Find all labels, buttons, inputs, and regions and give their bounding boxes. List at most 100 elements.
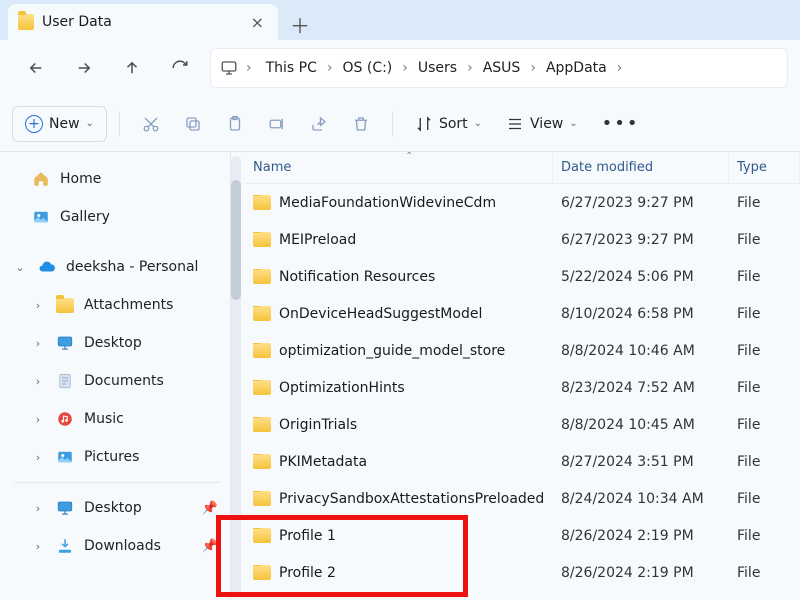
- chevron-right-icon: ›: [30, 502, 46, 515]
- more-button[interactable]: •••: [592, 106, 650, 142]
- file-type: File: [729, 195, 800, 211]
- sidebar-item-music[interactable]: ›Music: [6, 400, 228, 438]
- sidebar-item-home[interactable]: Home: [6, 160, 228, 198]
- share-button[interactable]: [300, 106, 338, 142]
- main-area: Home Gallery ⌄ deeksha - Personal ›Attac…: [0, 152, 800, 600]
- item-icon: [56, 296, 74, 314]
- sidebar-quick-desktop[interactable]: ›Desktop📌: [6, 489, 228, 527]
- chevron-right-icon: ›: [30, 299, 46, 312]
- table-row[interactable]: MediaFoundationWidevineCdm6/27/2023 9:27…: [245, 184, 800, 221]
- breadcrumb-item[interactable]: AppData: [540, 56, 613, 80]
- paste-button[interactable]: [216, 106, 254, 142]
- sidebar-item-desktop[interactable]: ›Desktop: [6, 324, 228, 362]
- pin-icon: 📌: [202, 501, 218, 516]
- delete-button[interactable]: [342, 106, 380, 142]
- file-date: 8/24/2024 10:34 AM: [553, 491, 729, 507]
- table-row[interactable]: PrivacySandboxAttestationsPreloaded 8/24/…: [245, 480, 800, 517]
- item-icon: [56, 448, 74, 466]
- chevron-right-icon: ›: [242, 60, 256, 76]
- sidebar: Home Gallery ⌄ deeksha - Personal ›Attac…: [0, 152, 230, 600]
- table-row[interactable]: MEIPreload6/27/2023 9:27 PMFile: [245, 221, 800, 258]
- cut-button[interactable]: [132, 106, 170, 142]
- sidebar-item-attachments[interactable]: ›Attachments: [6, 286, 228, 324]
- file-name: OriginTrials: [279, 417, 357, 433]
- sort-button[interactable]: Sort ⌄: [405, 106, 492, 142]
- table-row[interactable]: Profile 28/26/2024 2:19 PMFile: [245, 554, 800, 591]
- new-button[interactable]: + New ⌄: [12, 106, 107, 142]
- table-row[interactable]: Profile 1 8/26/2024 2:19 PMFile: [245, 517, 800, 554]
- file-date: 8/26/2024 2:19 PM: [553, 528, 729, 544]
- folder-icon: [253, 491, 271, 506]
- item-icon: [56, 499, 74, 517]
- sidebar-label: Gallery: [60, 209, 110, 225]
- table-row[interactable]: OptimizationHints8/23/2024 7:52 AMFile: [245, 369, 800, 406]
- breadcrumb-item[interactable]: Users: [412, 56, 463, 80]
- column-date[interactable]: Date modified: [553, 152, 729, 183]
- chevron-right-icon: ›: [323, 60, 337, 76]
- monitor-icon: [220, 59, 238, 77]
- file-name: Profile 1: [279, 528, 336, 544]
- file-date: 8/26/2024 2:19 PM: [553, 565, 729, 581]
- table-row[interactable]: OnDeviceHeadSuggestModel8/10/2024 6:58 P…: [245, 295, 800, 332]
- scrollbar[interactable]: [231, 156, 241, 596]
- new-tab-button[interactable]: ＋: [284, 8, 316, 40]
- chevron-down-icon: ⌄: [12, 261, 28, 274]
- folder-icon: [253, 380, 271, 395]
- sidebar-label: Downloads: [84, 538, 161, 554]
- file-type: File: [729, 232, 800, 248]
- chevron-down-icon: ⌄: [86, 118, 94, 129]
- tab-bar: User Data × ＋: [0, 0, 800, 40]
- chevron-right-icon: ›: [526, 60, 540, 76]
- address-bar[interactable]: › This PC›OS (C:)›Users›ASUS›AppData›: [210, 48, 788, 88]
- chevron-down-icon: ⌄: [569, 118, 577, 129]
- copy-button[interactable]: [174, 106, 212, 142]
- rename-button[interactable]: [258, 106, 296, 142]
- file-type: File: [729, 269, 800, 285]
- refresh-button[interactable]: [156, 48, 204, 88]
- folder-icon: [253, 195, 271, 210]
- table-row[interactable]: optimization_guide_model_store8/8/2024 1…: [245, 332, 800, 369]
- folder-icon: [18, 14, 34, 30]
- file-type: File: [729, 417, 800, 433]
- breadcrumb-item[interactable]: This PC: [260, 56, 323, 80]
- file-type: File: [729, 343, 800, 359]
- sidebar-item-gallery[interactable]: Gallery: [6, 198, 228, 236]
- file-type: File: [729, 306, 800, 322]
- sidebar-label: Music: [84, 411, 124, 427]
- table-row[interactable]: PKIMetadata8/27/2024 3:51 PMFile: [245, 443, 800, 480]
- close-icon[interactable]: ×: [251, 13, 264, 32]
- sidebar-item-pictures[interactable]: ›Pictures: [6, 438, 228, 476]
- file-name: optimization_guide_model_store: [279, 343, 505, 359]
- file-type: File: [729, 454, 800, 470]
- item-icon: [56, 372, 74, 390]
- up-button[interactable]: [108, 48, 156, 88]
- tab-active[interactable]: User Data ×: [8, 4, 278, 40]
- folder-icon: [253, 343, 271, 358]
- sidebar-quick-downloads[interactable]: ›Downloads📌: [6, 527, 228, 565]
- table-row[interactable]: Notification Resources5/22/2024 5:06 PMF…: [245, 258, 800, 295]
- table-row[interactable]: OriginTrials8/8/2024 10:45 AMFile: [245, 406, 800, 443]
- file-name: PrivacySandboxAttestationsPreloaded: [279, 491, 544, 507]
- folder-icon: [253, 565, 271, 580]
- pin-icon: 📌: [202, 539, 218, 554]
- chevron-right-icon: ›: [463, 60, 477, 76]
- column-headers: ⌃ Name Date modified Type: [245, 152, 800, 184]
- view-button[interactable]: View ⌄: [496, 106, 588, 142]
- forward-button[interactable]: [60, 48, 108, 88]
- sidebar-item-onedrive[interactable]: ⌄ deeksha - Personal: [6, 248, 228, 286]
- scrollbar-thumb[interactable]: [231, 180, 241, 300]
- column-type[interactable]: Type: [729, 152, 800, 183]
- chevron-right-icon: ›: [30, 375, 46, 388]
- back-button[interactable]: [12, 48, 60, 88]
- sidebar-label: Documents: [84, 373, 164, 389]
- sidebar-item-documents[interactable]: › Documents: [6, 362, 228, 400]
- file-name: OnDeviceHeadSuggestModel: [279, 306, 482, 322]
- file-type: File: [729, 491, 800, 507]
- breadcrumb-item[interactable]: OS (C:): [337, 56, 399, 80]
- file-type: File: [729, 528, 800, 544]
- cloud-icon: [38, 258, 56, 276]
- chevron-right-icon: ›: [398, 60, 412, 76]
- breadcrumb-item[interactable]: ASUS: [477, 56, 527, 80]
- column-name[interactable]: Name: [245, 152, 553, 183]
- sidebar-label: deeksha - Personal: [66, 259, 198, 275]
